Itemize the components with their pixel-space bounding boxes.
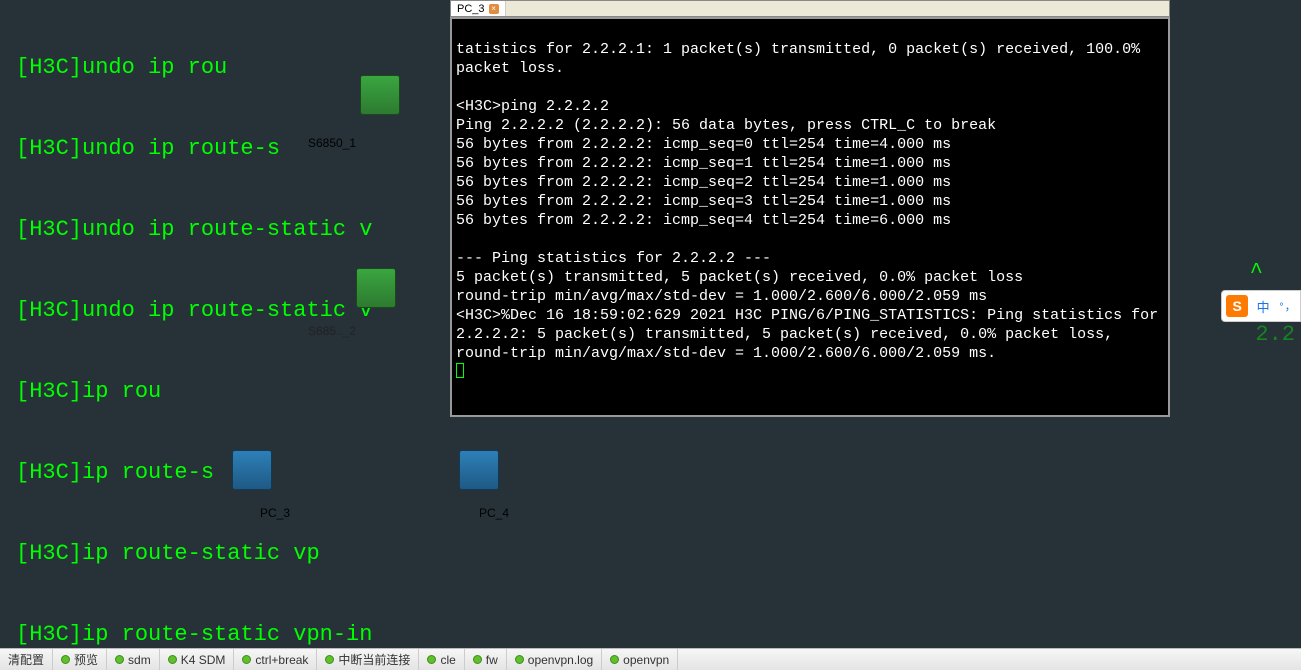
popup-line: 56 bytes from 2.2.2.2: icmp_seq=1 ttl=25…	[456, 155, 951, 172]
status-dot-icon	[61, 655, 70, 664]
status-label: fw	[486, 653, 498, 667]
partial-ip-text: 2.2	[1255, 322, 1295, 347]
status-item-openvpn[interactable]: openvpn	[602, 649, 678, 670]
status-item-k4sdm[interactable]: K4 SDM	[160, 649, 235, 670]
status-label: cle	[440, 653, 455, 667]
status-item-cle[interactable]: cle	[419, 649, 464, 670]
status-item-clear-config[interactable]: 清配置	[0, 649, 53, 670]
status-label: K4 SDM	[181, 653, 226, 667]
status-bar: 清配置 预览 sdm K4 SDM ctrl+break 中断当前连接 cle …	[0, 648, 1301, 670]
status-label: ctrl+break	[255, 653, 308, 667]
status-item-preview[interactable]: 预览	[53, 649, 107, 670]
status-label: openvpn.log	[528, 653, 593, 667]
popup-line: 5 packet(s) transmitted, 5 packet(s) rec…	[456, 269, 1023, 286]
popup-line: Ping 2.2.2.2 (2.2.2.2): 56 data bytes, p…	[456, 117, 996, 134]
tab-label: PC_3	[457, 3, 485, 15]
popup-terminal[interactable]: tatistics for 2.2.2.1: 1 packet(s) trans…	[450, 17, 1170, 417]
popup-line: round-trip min/avg/max/std-dev = 1.000/2…	[456, 288, 987, 305]
sogou-logo-icon[interactable]: S	[1226, 295, 1248, 317]
status-dot-icon	[325, 655, 334, 664]
status-dot-icon	[242, 655, 251, 664]
popup-line: 56 bytes from 2.2.2.2: icmp_seq=2 ttl=25…	[456, 174, 951, 191]
popup-line: <H3C>%Dec 16 18:59:02:629 2021 H3C PING/…	[456, 307, 1167, 362]
ime-toolbar[interactable]: S 中 °，	[1221, 290, 1301, 322]
popup-line: 56 bytes from 2.2.2.2: icmp_seq=4 ttl=25…	[456, 212, 951, 229]
status-item-fw[interactable]: fw	[465, 649, 507, 670]
status-label: sdm	[128, 653, 151, 667]
ime-punctuation-indicator[interactable]: °，	[1278, 298, 1296, 314]
status-item-ctrlbreak[interactable]: ctrl+break	[234, 649, 317, 670]
terminal-line: [H3C]ip route-static vp	[16, 540, 1301, 567]
terminal-line: [H3C]ip route-s	[16, 459, 1301, 486]
popup-line: --- Ping statistics for 2.2.2.2 ---	[456, 250, 771, 267]
caret-indicator: ^	[1250, 260, 1263, 285]
status-label: 预览	[74, 651, 98, 668]
tab-pc3[interactable]: PC_3 ×	[451, 1, 506, 16]
status-dot-icon	[168, 655, 177, 664]
status-label: openvpn	[623, 653, 669, 667]
status-dot-icon	[115, 655, 124, 664]
status-dot-icon	[473, 655, 482, 664]
status-dot-icon	[515, 655, 524, 664]
tab-bar: PC_3 ×	[450, 0, 1170, 17]
status-item-sdm[interactable]: sdm	[107, 649, 160, 670]
status-item-interrupt[interactable]: 中断当前连接	[317, 649, 419, 670]
popup-line: tatistics for 2.2.2.1: 1 packet(s) trans…	[456, 41, 1149, 77]
status-label: 清配置	[8, 651, 44, 668]
ime-language-indicator[interactable]: 中	[1257, 297, 1270, 316]
popup-cursor	[456, 363, 464, 378]
status-label: 中断当前连接	[338, 651, 410, 668]
close-icon[interactable]: ×	[489, 4, 499, 14]
status-dot-icon	[610, 655, 619, 664]
popup-line: 56 bytes from 2.2.2.2: icmp_seq=0 ttl=25…	[456, 136, 951, 153]
terminal-line: [H3C]ip route-static vpn-in	[16, 621, 1301, 648]
status-dot-icon	[427, 655, 436, 664]
popup-line: <H3C>ping 2.2.2.2	[456, 98, 609, 115]
popup-line: 56 bytes from 2.2.2.2: icmp_seq=3 ttl=25…	[456, 193, 951, 210]
status-item-openvpnlog[interactable]: openvpn.log	[507, 649, 602, 670]
